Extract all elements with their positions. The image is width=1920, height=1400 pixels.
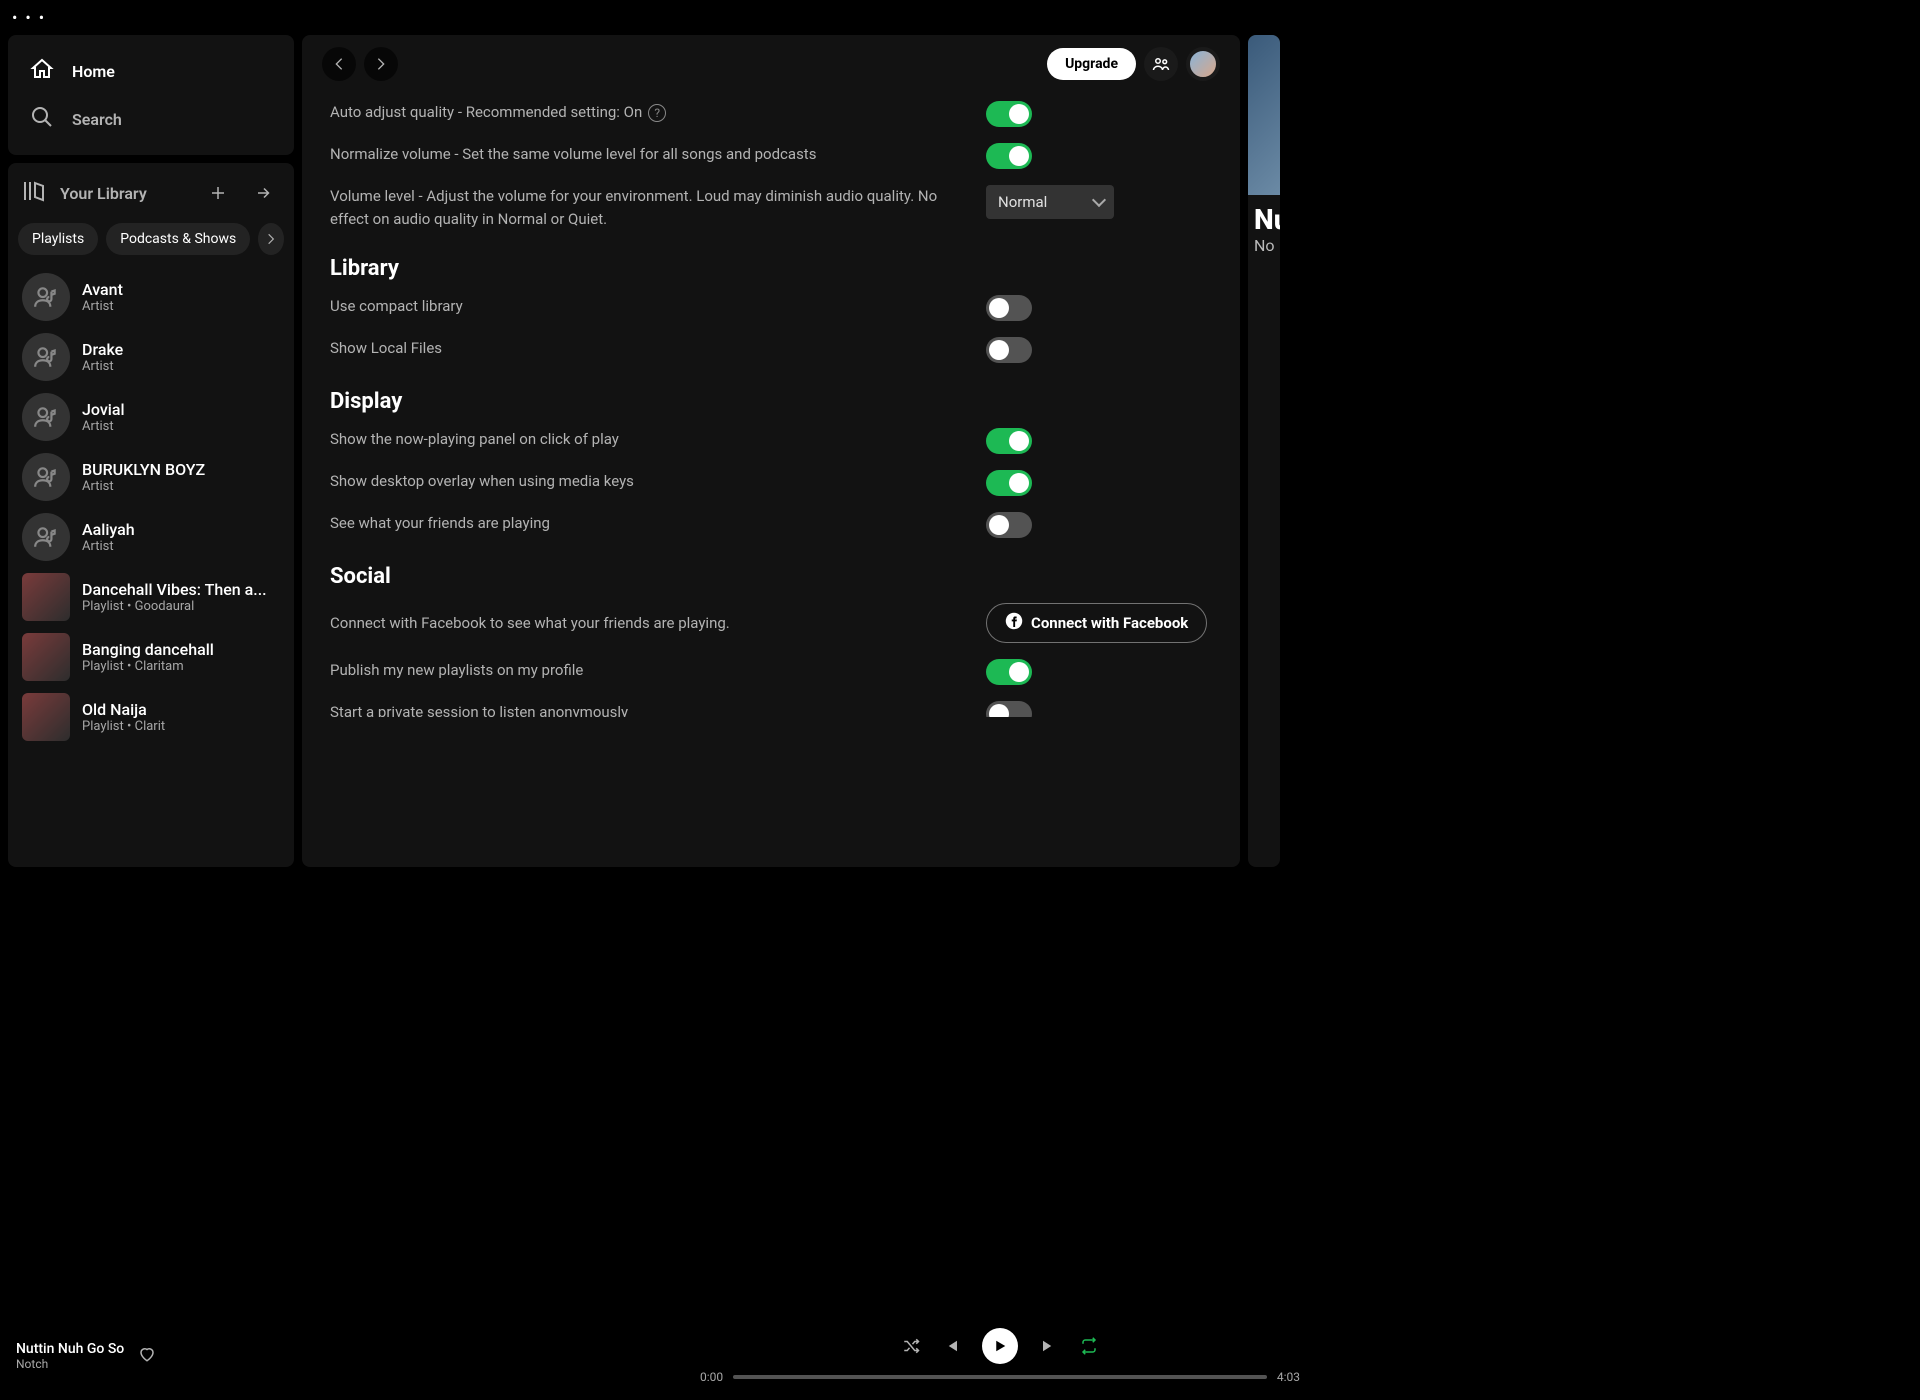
now-playing-panel: Nu No (1248, 35, 1280, 867)
search-icon (30, 105, 54, 133)
main-panel: Upgrade Auto adjust quality - Recommende… (302, 35, 1240, 867)
nav-search[interactable]: Search (16, 95, 286, 143)
setting-friends-label: See what your friends are playing (330, 512, 970, 535)
toggle-local-files[interactable] (986, 337, 1032, 363)
connect-facebook-label: Connect with Facebook (1031, 614, 1188, 632)
toggle-normalize[interactable] (986, 143, 1032, 169)
library-item[interactable]: DrakeArtist (14, 327, 288, 387)
setting-private-label: Start a private session to listen anonym… (330, 701, 970, 717)
toggle-publish[interactable] (986, 659, 1032, 685)
artist-icon (22, 333, 70, 381)
library-item[interactable]: Old NaijaPlaylist • Clarit (14, 687, 288, 747)
setting-normalize-label: Normalize volume - Set the same volume l… (330, 143, 970, 166)
library-item-subtitle: Artist (82, 359, 123, 374)
setting-volume-level-label: Volume level - Adjust the volume for you… (330, 185, 970, 230)
library-item-title: Banging dancehall (82, 640, 214, 659)
artist-icon (22, 273, 70, 321)
player-progress-bar[interactable] (733, 1375, 1267, 1379)
forward-button[interactable] (364, 47, 398, 81)
library-panel: Your Library Playlists Podcasts & Shows … (8, 163, 294, 867)
player-bar: Nuttin Nuh Go So Notch 0:00 4:03 (0, 1312, 1920, 1400)
library-item[interactable]: AvantArtist (14, 267, 288, 327)
chip-scroll-right[interactable] (258, 223, 284, 255)
library-item[interactable]: AaliyahArtist (14, 507, 288, 567)
nav-home[interactable]: Home (16, 47, 286, 95)
library-item-title: Dancehall Vibes: Then a... (82, 580, 267, 599)
library-expand-button[interactable] (248, 177, 280, 209)
setting-facebook-label: Connect with Facebook to see what your f… (330, 612, 970, 635)
nav-panel: Home Search (8, 35, 294, 155)
section-display-heading: Display (330, 371, 1212, 420)
toggle-compact[interactable] (986, 295, 1032, 321)
repeat-button[interactable] (1080, 1337, 1098, 1355)
library-add-button[interactable] (202, 177, 234, 209)
library-item-title: Jovial (82, 400, 125, 419)
back-button[interactable] (322, 47, 356, 81)
library-item-title: Old Naija (82, 700, 165, 719)
library-item-subtitle: Artist (82, 539, 135, 554)
library-item-subtitle: Artist (82, 299, 123, 314)
artist-icon (22, 393, 70, 441)
artist-icon (22, 453, 70, 501)
section-library-heading: Library (330, 238, 1212, 287)
toggle-overlay[interactable] (986, 470, 1032, 496)
library-item[interactable]: BURUKLYN BOYZArtist (14, 447, 288, 507)
player-track-title[interactable]: Nuttin Nuh Go So (16, 1341, 124, 1357)
library-title: Your Library (60, 184, 147, 203)
setting-auto-adjust-label: Auto adjust quality - Recommended settin… (330, 101, 970, 124)
library-item-subtitle: Artist (82, 479, 205, 494)
info-icon[interactable]: ? (648, 104, 666, 122)
volume-level-select[interactable]: Normal (986, 185, 1114, 219)
like-button[interactable] (138, 1345, 156, 1367)
now-playing-artist: No (1248, 236, 1280, 255)
library-item[interactable]: Dancehall Vibes: Then a...Playlist • Goo… (14, 567, 288, 627)
friends-activity-button[interactable] (1144, 47, 1178, 81)
library-item-title: BURUKLYN BOYZ (82, 460, 205, 479)
now-playing-title: Nu (1248, 195, 1280, 236)
artist-icon (22, 513, 70, 561)
now-playing-artwork (1248, 35, 1280, 195)
play-button[interactable] (982, 1328, 1018, 1364)
library-item[interactable]: JovialArtist (14, 387, 288, 447)
playlist-artwork (22, 693, 70, 741)
toggle-nowplaying[interactable] (986, 428, 1032, 454)
playlist-artwork (22, 633, 70, 681)
setting-compact-label: Use compact library (330, 295, 970, 318)
home-icon (30, 57, 54, 85)
library-item-subtitle: Playlist • Claritam (82, 659, 214, 674)
library-icon[interactable] (22, 179, 46, 207)
setting-overlay-label: Show desktop overlay when using media ke… (330, 470, 970, 493)
section-social-heading: Social (330, 546, 1212, 595)
next-button[interactable] (1040, 1337, 1058, 1355)
library-item[interactable]: Banging dancehallPlaylist • Claritam (14, 627, 288, 687)
playlist-artwork (22, 573, 70, 621)
facebook-icon (1005, 612, 1023, 634)
previous-button[interactable] (942, 1337, 960, 1355)
upgrade-button[interactable]: Upgrade (1047, 48, 1136, 80)
chip-podcasts[interactable]: Podcasts & Shows (106, 223, 250, 255)
shuffle-button[interactable] (902, 1337, 920, 1355)
window-menu-dots[interactable]: • • • (0, 0, 1288, 35)
library-item-title: Drake (82, 340, 123, 359)
player-track-artist[interactable]: Notch (16, 1357, 124, 1371)
profile-avatar[interactable] (1186, 47, 1220, 81)
library-item-title: Aaliyah (82, 520, 135, 539)
toggle-private[interactable] (986, 701, 1032, 717)
connect-facebook-button[interactable]: Connect with Facebook (986, 603, 1207, 643)
library-item-subtitle: Artist (82, 419, 125, 434)
setting-publish-label: Publish my new playlists on my profile (330, 659, 970, 682)
library-item-subtitle: Playlist • Clarit (82, 719, 165, 734)
toggle-friends[interactable] (986, 512, 1032, 538)
library-item-title: Avant (82, 280, 123, 299)
setting-local-files-label: Show Local Files (330, 337, 970, 360)
toggle-auto-adjust[interactable] (986, 101, 1032, 127)
library-item-subtitle: Playlist • Goodaural (82, 599, 267, 614)
nav-search-label: Search (72, 110, 122, 129)
player-time-total: 4:03 (1277, 1370, 1300, 1384)
player-time-current: 0:00 (700, 1370, 723, 1384)
setting-nowplaying-label: Show the now-playing panel on click of p… (330, 428, 970, 451)
chip-playlists[interactable]: Playlists (18, 223, 98, 255)
nav-home-label: Home (72, 62, 115, 81)
